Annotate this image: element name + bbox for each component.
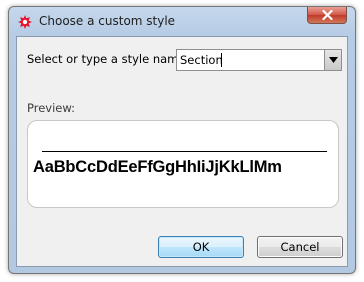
window-title: Choose a custom style [39,14,176,28]
style-name-label: Select or type a style name: [27,52,190,66]
close-icon [322,10,333,20]
preview-sample-text: AaBbCcDdEeFfGgHhIiJjKkLlMm [33,158,282,176]
style-name-combobox[interactable]: Section [176,49,342,71]
text-caret [221,53,222,67]
chevron-down-icon [329,57,338,63]
style-name-input[interactable]: Section [180,53,223,67]
preview-label: Preview: [27,101,76,115]
title-bar[interactable]: Choose a custom style [9,7,355,35]
ok-button[interactable]: OK [158,236,244,258]
app-gear-icon [18,14,32,29]
style-dropdown-button[interactable] [324,50,341,70]
cancel-button[interactable]: Cancel [257,236,343,258]
dialog-body: Select or type a style name: Section Pre… [16,36,348,267]
preview-rule [42,151,327,152]
close-button[interactable] [307,7,347,24]
dialog-window: Choose a custom style Select or type a s… [8,6,356,274]
preview-panel: AaBbCcDdEeFfGgHhIiJjKkLlMm [27,120,339,208]
